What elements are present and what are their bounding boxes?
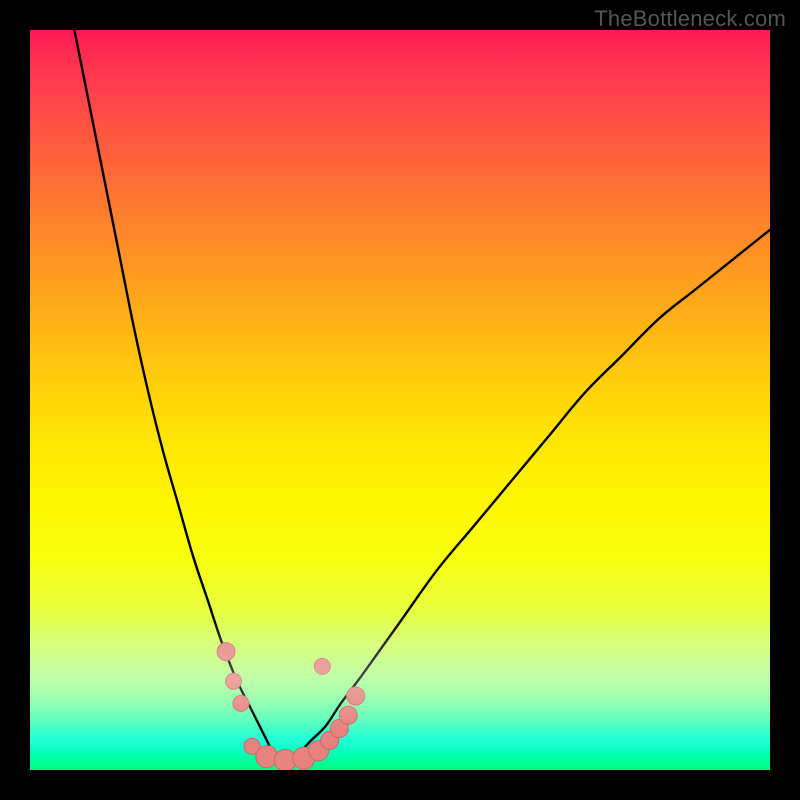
watermark-text: TheBottleneck.com: [594, 6, 786, 32]
chart-container: TheBottleneck.com: [0, 0, 800, 800]
data-marker: [244, 738, 260, 754]
data-marker: [314, 658, 330, 674]
right-branch-line: [282, 230, 770, 763]
data-marker: [217, 643, 235, 661]
data-marker: [256, 746, 278, 768]
left-branch-line: [74, 30, 281, 763]
data-marker: [347, 687, 365, 705]
data-marker: [339, 706, 357, 724]
marker-group: [217, 643, 365, 770]
chart-svg: [30, 30, 770, 770]
data-marker: [274, 749, 296, 770]
data-marker: [233, 695, 249, 711]
series-group: [74, 30, 770, 763]
data-marker: [309, 741, 329, 761]
plot-area: [30, 30, 770, 770]
data-marker: [330, 720, 348, 738]
data-marker: [293, 747, 315, 769]
data-marker: [321, 731, 339, 749]
data-marker: [226, 673, 242, 689]
